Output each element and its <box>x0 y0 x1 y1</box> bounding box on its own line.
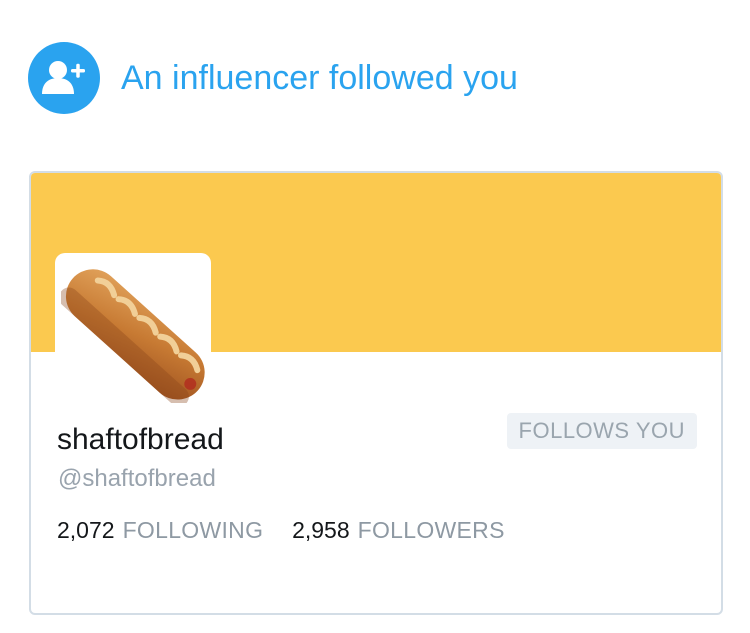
followers-stat[interactable]: 2,958 FOLLOWERS <box>286 517 505 543</box>
display-name[interactable]: shaftofbread <box>57 423 224 457</box>
followers-label: FOLLOWERS <box>357 517 505 543</box>
profile-card[interactable]: shaftofbread @shaftofbread FOLLOWS YOU 2… <box>29 171 723 615</box>
user-handle: @shaftofbread <box>58 465 216 492</box>
avatar[interactable] <box>55 253 211 409</box>
following-stat[interactable]: 2,072 FOLLOWING <box>57 517 270 543</box>
following-label: FOLLOWING <box>122 517 264 543</box>
followers-count: 2,958 <box>292 517 350 543</box>
notification-title: An influencer followed you <box>121 59 518 97</box>
follow-user-icon <box>28 42 100 114</box>
following-count: 2,072 <box>57 517 115 543</box>
follows-you-badge: FOLLOWS YOU <box>506 413 697 449</box>
profile-stats: 2,072 FOLLOWING 2,958 FOLLOWERS <box>57 517 505 544</box>
avatar-image <box>61 259 205 403</box>
